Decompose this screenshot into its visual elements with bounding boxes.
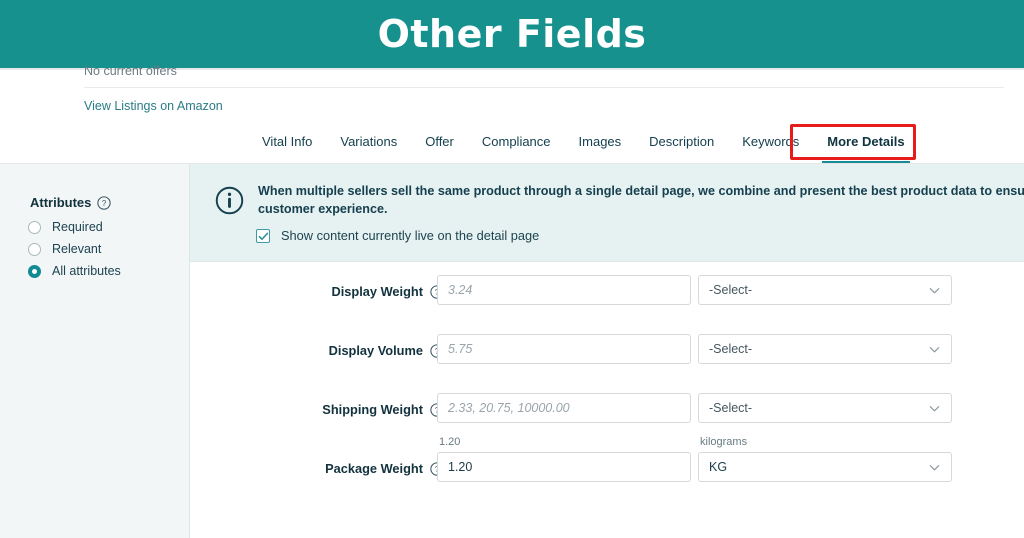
form-row-display-weight: Display Weight?3.24 -Select- xyxy=(190,263,1024,321)
select-package-weight[interactable]: KG xyxy=(698,452,952,482)
radio-label: All attributes xyxy=(52,264,121,278)
tab-variations[interactable]: Variations xyxy=(326,128,411,159)
select-value: -Select- xyxy=(709,283,753,297)
info-banner-message: When multiple sellers sell the same prod… xyxy=(258,184,1024,217)
radio-label: Relevant xyxy=(52,242,102,256)
sidebar-heading: Attributes ? xyxy=(30,195,112,210)
tab-compliance[interactable]: Compliance xyxy=(468,128,565,159)
tab-more-details[interactable]: More Details xyxy=(813,128,918,165)
tab-keywords[interactable]: Keywords xyxy=(728,128,813,159)
tab-vital-info[interactable]: Vital Info xyxy=(248,128,326,159)
field-label-text: Shipping Weight xyxy=(322,402,423,417)
input-display-weight[interactable]: 3.24 xyxy=(437,275,691,305)
view-listings-link[interactable]: View Listings on Amazon xyxy=(84,99,223,113)
show-live-content-label: Show content currently live on the detai… xyxy=(281,228,540,243)
radio-label: Required xyxy=(52,220,103,234)
show-live-content-checkbox-row[interactable]: Show content currently live on the detai… xyxy=(256,228,539,243)
field-label-display-volume: Display Volume? xyxy=(329,343,444,358)
sidebar-heading-label: Attributes xyxy=(30,195,92,210)
chevron-down-icon[interactable] xyxy=(928,343,941,356)
attributes-radio-all-attributes[interactable]: All attributes xyxy=(28,260,178,282)
field-label-package-weight: Package Weight? xyxy=(325,461,444,476)
check-icon xyxy=(258,232,269,240)
select-value: -Select- xyxy=(709,342,753,356)
tab-images[interactable]: Images xyxy=(565,128,636,159)
offers-divider xyxy=(84,87,1004,88)
input-display-volume[interactable]: 5.75 xyxy=(437,334,691,364)
form-row-package-weight: Package Weight?1.201.20kilogramsKG xyxy=(190,436,1024,498)
field-label-text: Package Weight xyxy=(325,461,423,476)
show-live-content-checkbox[interactable] xyxy=(256,228,270,243)
field-label-text: Display Weight xyxy=(331,284,424,299)
tab-bar: Vital Info Variations Offer Compliance Image… xyxy=(0,128,1024,165)
title-banner: Other Fields xyxy=(0,0,1024,68)
field-label-text: Display Volume xyxy=(328,343,423,358)
svg-text:?: ? xyxy=(102,199,107,208)
banner-title: Other Fields xyxy=(377,12,647,56)
body-area: Attributes ? Required Relevant All attribu… xyxy=(0,164,1024,538)
attributes-form: Display Weight?3.24-Select-Display Volum… xyxy=(190,263,1024,538)
tab-description[interactable]: Description xyxy=(635,128,728,159)
input-shipping-weight[interactable]: 2.33, 20.75, 10000.00 xyxy=(437,393,691,423)
info-banner: When multiple sellers sell the same prod… xyxy=(190,164,1024,262)
field-label-display-weight: Display Weight? xyxy=(332,284,445,299)
page-root: Other Fields No current offers View List… xyxy=(0,0,1024,538)
attributes-radio-relevant[interactable]: Relevant xyxy=(28,238,178,260)
offers-status-text: No current offers xyxy=(84,64,177,78)
chevron-down-icon[interactable] xyxy=(928,402,941,415)
question-circle-icon[interactable]: ? xyxy=(97,195,112,210)
radio-mark[interactable] xyxy=(28,220,41,234)
select-value: KG xyxy=(709,460,728,474)
content-pane: When multiple sellers sell the same prod… xyxy=(190,164,1024,538)
info-circle-icon xyxy=(215,186,244,215)
tab-offer[interactable]: Offer xyxy=(411,128,468,159)
select-sub-label-package-weight: kilograms xyxy=(700,436,748,448)
attributes-radio-required[interactable]: Required xyxy=(28,216,178,238)
chevron-down-icon[interactable] xyxy=(928,461,941,474)
select-shipping-weight[interactable]: -Select- xyxy=(698,393,952,423)
field-label-shipping-weight: Shipping Weight? xyxy=(322,402,444,417)
form-row-display-volume: Display Volume?5.75 -Select- xyxy=(190,322,1024,380)
radio-mark[interactable] xyxy=(28,242,41,256)
input-package-weight[interactable]: 1.20 xyxy=(437,452,691,482)
radio-mark[interactable] xyxy=(28,264,41,278)
input-sub-label-package-weight: 1.20 xyxy=(439,436,461,448)
chevron-down-icon[interactable] xyxy=(928,284,941,297)
select-display-volume[interactable]: -Select- xyxy=(698,334,952,364)
attributes-radio-group: Required Relevant All attributes xyxy=(28,216,178,282)
select-value: -Select- xyxy=(709,401,753,415)
select-display-weight[interactable]: -Select- xyxy=(698,275,952,305)
form-row-shipping-weight: Shipping Weight?2.33, 20.75, 10000.00 -Se… xyxy=(190,381,1024,439)
attributes-sidebar: Attributes ? Required Relevant All attribu… xyxy=(0,164,190,538)
